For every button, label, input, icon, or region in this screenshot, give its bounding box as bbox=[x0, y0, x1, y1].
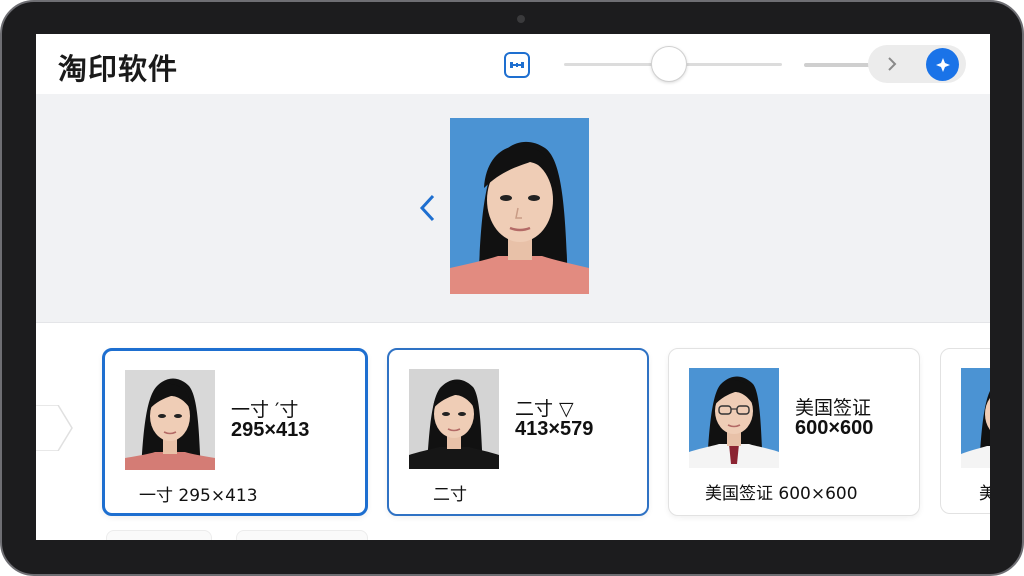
top-bar: 淘印软件 bbox=[36, 34, 990, 94]
size-dims: 413×579 bbox=[515, 418, 594, 440]
toggle-track bbox=[804, 63, 874, 67]
size-name: 二寸 ▽ bbox=[515, 398, 574, 420]
size-card-1-inch[interactable]: 一寸 ′寸 295×413 一寸 295×413 bbox=[102, 348, 368, 516]
size-dims: 295×413 bbox=[231, 419, 310, 441]
preview-id-photo bbox=[450, 118, 589, 294]
card-thumb-photo bbox=[409, 369, 499, 469]
app-screen: 淘印软件 一寸 ′寸 295×413 一寸 295×413 二寸 ▽ 413×5… bbox=[36, 34, 990, 540]
card-thumb-photo bbox=[689, 368, 779, 468]
crop-adjust-button[interactable] bbox=[504, 52, 530, 78]
card-thumb-photo bbox=[961, 368, 990, 468]
card-row-ghost bbox=[106, 530, 212, 540]
size-caption: 美国签证 600×600 bbox=[705, 484, 858, 504]
size-dims: 600×600 bbox=[795, 417, 874, 439]
size-name: 一寸 ′寸 bbox=[231, 399, 299, 421]
size-slider-handle[interactable] bbox=[650, 46, 687, 82]
next-button[interactable] bbox=[881, 53, 903, 75]
size-card-2-inch[interactable]: 二寸 ▽ 413×579 二寸 bbox=[387, 348, 649, 516]
size-card-peek[interactable]: 美 bbox=[940, 348, 990, 514]
scroll-left-handle[interactable] bbox=[36, 405, 78, 451]
card-row-ghost bbox=[236, 530, 368, 540]
size-card-us-visa[interactable]: 美国签证 600×600 美国签证 600×600 bbox=[668, 348, 920, 516]
size-name: 美国签证 bbox=[795, 397, 872, 419]
crop-adjust-icon bbox=[510, 62, 524, 68]
front-camera bbox=[517, 15, 525, 23]
size-caption: 二寸 bbox=[433, 485, 467, 505]
confirm-button[interactable] bbox=[926, 48, 959, 81]
size-caption: 美 bbox=[979, 479, 990, 504]
chevron-left-icon[interactable] bbox=[416, 194, 440, 222]
size-caption: 一寸 295×413 bbox=[139, 486, 258, 506]
sparkle-icon bbox=[935, 57, 950, 72]
app-title: 淘印软件 bbox=[58, 52, 179, 86]
chevron-right-icon bbox=[888, 57, 897, 71]
card-thumb-photo bbox=[125, 370, 215, 470]
